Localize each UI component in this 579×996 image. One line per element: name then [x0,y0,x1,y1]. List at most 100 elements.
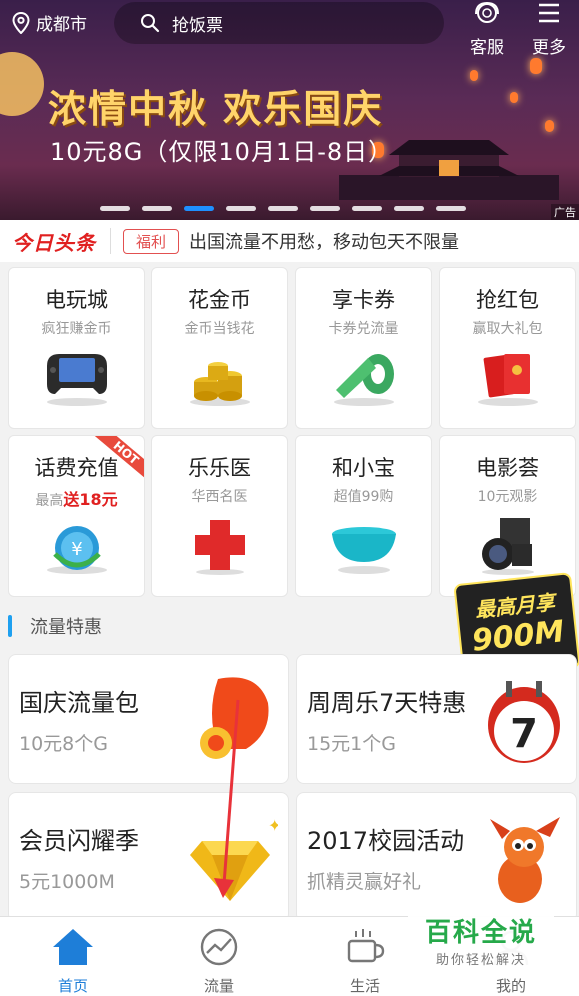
cup-icon [347,929,385,963]
pagination-dot[interactable] [184,206,214,211]
nav-home[interactable]: 首页 [23,927,123,996]
red-envelope-icon [477,354,538,406]
nav-life[interactable]: 生活 [315,927,415,996]
search-placeholder: 抢饭票 [172,15,223,36]
grid-item-card-coupons[interactable]: 享卡券 卡券兑流量 [295,267,432,429]
grid-item-title: 花金币 [188,288,251,312]
card-campus-event[interactable]: 2017校园活动 抓精灵赢好礼 [296,792,577,922]
card-subtitle: 5元1000M [19,871,115,893]
grid-item-spend-coins[interactable]: 花金币 金币当钱花 [151,267,288,429]
svg-text:7: 7 [510,711,538,757]
grid-item-title: 抢红包 [476,288,539,312]
news-text: 出国流量不用愁，移动包天不限量 [189,232,460,253]
section-accent-bar [8,615,12,637]
moon-decoration [0,52,44,116]
watermark-title: 百科全说 [424,918,537,948]
headline-bar[interactable]: 今日头条 福利 出国流量不用愁，移动包天不限量 [0,220,579,262]
grid-item-subtitle: 赢取大礼包 [472,321,543,337]
card-title: 2017校园活动 [307,827,465,855]
home-icon [53,929,93,965]
lantern-decoration [470,70,478,81]
location-label: 成都市 [36,15,87,35]
location-selector[interactable]: 成都市 [12,10,87,35]
card-national-day-package[interactable]: 国庆流量包 10元8个G [8,654,289,784]
card-title: 会员闪耀季 [19,827,139,855]
search-icon [141,14,160,33]
red-cross-icon [194,520,245,575]
pagination-dot[interactable] [100,206,130,211]
card-weekly-special[interactable]: 周周乐7天特惠 15元1个G 7 [296,654,577,784]
news-tag: 福利 [123,228,180,254]
subtitle-highlight: 送18元 [63,490,118,509]
headset-icon [475,1,499,23]
card-subtitle: 15元1个G [307,733,396,755]
grid-item-phone-recharge[interactable]: HOT 话费充值 最高送18元 ¥ [8,435,145,597]
gamepad-icon [46,354,107,406]
grid-item-title: 乐乐医 [188,456,251,480]
grid-item-subtitle: 最高送18元 [9,486,144,510]
grid-item-title: 电影荟 [476,456,539,480]
card-subtitle: 抓精灵赢好礼 [307,871,422,893]
pagination-dot[interactable] [394,206,424,211]
grid-item-title: 和小宝 [332,456,395,480]
banner-title[interactable]: 浓情中秋 欢乐国庆 [48,78,383,133]
grid-item-subtitle: 超值99购 [333,489,394,505]
nav-label: 生活 [349,977,380,995]
bowl-icon [331,527,396,574]
calendar-icon: 7 [488,681,560,763]
search-input[interactable]: 抢饭票 [114,2,444,44]
lantern-decoration [530,58,542,74]
grid-item-game-city[interactable]: 电玩城 疯狂赚金币 [8,267,145,429]
subtitle-prefix: 最高 [35,493,64,509]
phone-recharge-icon: ¥ [46,526,107,574]
service-label: 客服 [470,38,504,58]
ticket-roll-icon [333,354,394,406]
grid-item-hexiaobao[interactable]: 和小宝 超值99购 [295,435,432,597]
service-button[interactable]: 客服 [462,0,512,58]
grid-item-title: 享卡券 [332,288,395,312]
grid-item-subtitle: 金币当钱花 [184,321,255,337]
menu-icon [539,3,559,23]
grid-item-lele-doctor[interactable]: 乐乐医 华西名医 [151,435,288,597]
nav-label: 流量 [203,977,234,995]
watermark-subtitle: 助你轻松解决 [435,953,526,968]
banner-pagination[interactable] [100,206,466,211]
card-title: 周周乐7天特惠 [307,689,467,717]
top-banner-area: 成都市 抢饭票 客服 更多 浓情中秋 欢乐国庆 10元8G（仅限10月1日-8日… [0,0,579,220]
camera-icon [481,518,534,575]
dragon-icon [490,817,560,903]
pagination-dot[interactable] [310,206,340,211]
lantern-decoration [510,92,518,103]
section-title: 流量特惠 [30,617,102,638]
nav-label: 首页 [57,977,88,995]
more-button[interactable]: 更多 [524,0,574,58]
pagination-dot[interactable] [142,206,172,211]
grid-item-title: 电玩城 [45,288,108,312]
banner-subtitle[interactable]: 10元8G（仅限10月1日-8日） [50,132,393,167]
divider [110,228,111,254]
lantern-icon [200,677,269,759]
pagination-dot[interactable] [352,206,382,211]
svg-text:¥: ¥ [71,539,82,560]
grid-item-subtitle: 卡券兑流量 [328,321,399,337]
gold-coins-icon [189,362,250,406]
grid-item-subtitle: 10元观影 [477,489,538,505]
card-subtitle: 10元8个G [19,733,108,755]
header: 成都市 抢饭票 客服 更多 [0,0,579,58]
grid-item-subtitle: 华西名医 [191,489,248,505]
location-pin-icon [12,11,30,34]
svg-text:✦: ✦ [268,816,278,835]
grid-item-subtitle: 疯狂赚金币 [41,321,112,337]
nav-label: 我的 [495,977,526,995]
grid-item-red-envelope[interactable]: 抢红包 赢取大礼包 [439,267,576,429]
diamond-icon: ✦ [190,816,278,901]
nav-traffic[interactable]: 流量 [169,927,269,996]
pagination-dot[interactable] [226,206,256,211]
pagination-dot[interactable] [268,206,298,211]
card-title: 国庆流量包 [19,689,139,717]
watermark: 百科全说 助你轻松解决 [408,908,554,970]
ad-label: 广告 [551,204,579,220]
card-member-season[interactable]: 会员闪耀季 5元1000M ✦ [8,792,289,922]
traffic-icon [200,928,238,966]
pagination-dot[interactable] [436,206,466,211]
